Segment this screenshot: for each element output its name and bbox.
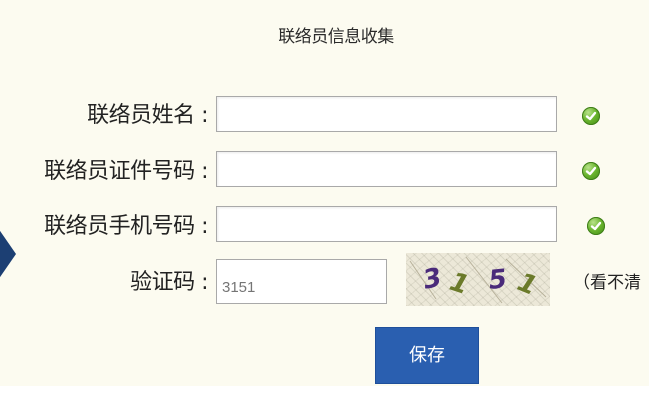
check-circle-icon: [587, 217, 605, 235]
contact-info-form: 联络员信息收集 联络员姓名 : 联络员证件号码 : 联络员手机号码 : 验证码 …: [0, 0, 649, 386]
captcha-digit: 1: [513, 267, 541, 302]
check-circle-icon: [582, 107, 600, 125]
captcha-input[interactable]: [216, 259, 387, 304]
contact-name-label: 联络员姓名 :: [87, 103, 208, 128]
check-circle-icon: [582, 162, 600, 180]
captcha-digit: 1: [446, 267, 472, 301]
captcha-hint: （看不清: [573, 273, 641, 293]
contact-id-number-label: 联络员证件号码 :: [44, 159, 208, 184]
contact-mobile-input[interactable]: [216, 206, 557, 242]
form-title: 联络员信息收集: [278, 27, 394, 47]
contact-id-number-input[interactable]: [216, 151, 557, 187]
save-button[interactable]: 保存: [375, 327, 479, 384]
captcha-digit: 3: [420, 263, 444, 296]
arrow-left-icon[interactable]: [0, 224, 18, 288]
contact-mobile-label: 联络员手机号码 :: [44, 214, 208, 239]
captcha-digit: 5: [487, 264, 508, 296]
contact-name-input[interactable]: [216, 96, 557, 132]
captcha-label: 验证码 :: [130, 270, 208, 295]
captcha-image[interactable]: 3151: [406, 253, 550, 306]
